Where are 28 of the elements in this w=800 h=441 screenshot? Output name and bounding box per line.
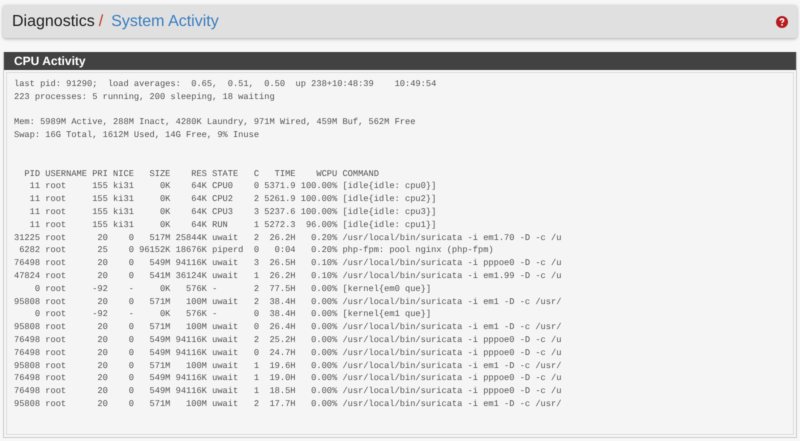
panel-title: CPU Activity [4,52,796,70]
output-line: last pid: 91290; load averages: 0.65, 0.51, 0.50 up 238+10:48:39 10:49:54 [14,78,438,91]
output-line: Mem: 5989M Active, 288M Inact, 4280K Laundry, 971M Wired, 459M Buf, 562M Free [14,116,416,130]
table-header: PID USERNAME PRI NICE SIZE RES STATE C TIME WCPU COMMAND [23,168,380,180]
help-icon[interactable] [776,16,788,28]
process-row-text: 0 root -92 - 0K 576K - 0 38.4H 0.00% [kernel{em1 que}] [34,308,432,322]
process-row-text: 95808 root 20 0 571M 100M uwait 2 38.4H 0.00% /usr/local/bin/suricata -i em1 -D -c /usr/ [14,296,562,308]
output-line: 223 processes: 5 running, 200 sleeping, 18 waiting [14,90,276,104]
process-row-text: 11 root 155 ki31 0K 64K RUN 1 5272.3 96.00% [idle{idle: cpu1}] [28,218,438,232]
process-row-text: 11 root 155 ki31 0K 64K CPU0 0 5371.9 100.00% [idle{idle: cpu0}] [28,180,438,194]
process-row-text: 76498 root 20 0 549M 94116K uwait 1 18.5H 0.00% /usr/local/bin/suricata -i pppoe0 -D -c /u [14,385,562,398]
process-row-text: 95808 root 20 0 571M 100M uwait 0 26.4H 0.00% /usr/local/bin/suricata -i em1 -D -c /usr/ [14,321,562,334]
process-row-text: 76498 root 20 0 549M 94116K uwait 3 26.5H 0.10% /usr/local/bin/suricata -i pppoe0 -D -c /u [14,257,562,270]
process-row-text: 0 root -92 - 0K 576K - 2 77.5H 0.00% [kernel{em0 que}] [34,282,432,296]
breadcrumb-section: Diagnostics [12,12,95,30]
process-row-text: 76498 root 20 0 549M 94116K uwait 2 25.2H 0.00% /usr/local/bin/suricata -i pppoe0 -D -c /u [14,334,562,347]
process-row-text: 95808 root 20 0 571M 100M uwait 1 19.6H 0.00% /usr/local/bin/suricata -i em1 -D -c /usr/ [14,360,562,372]
breadcrumb-separator: / [98,12,104,30]
process-row-text: 6282 root 25 0 96152K 18676K piperd 0 0:04 0.20% php-fpm: pool nginx (php-fpm) [18,244,495,258]
process-row-text: 47824 root 20 0 541M 36124K uwait 1 26.2H 0.10% /usr/local/bin/suricata -i em1.99 -D -c /u [14,270,562,283]
process-row-text: 95808 root 20 0 571M 100M uwait 2 17.7H 0.00% /usr/local/bin/suricata -i em1 -D -c /usr/ [14,398,562,411]
process-row-text: 76498 root 20 0 549M 94116K uwait 0 24.7H 0.00% /usr/local/bin/suricata -i pppoe0 -D -c /u [14,346,562,360]
process-row-text: 11 root 155 ki31 0K 64K CPU3 3 5237.6 100.00% [idle{idle: cpu3}] [28,206,438,219]
output-line: Swap: 16G Total, 1612M Used, 14G Free, 9% Inuse [14,129,260,142]
process-row-text: 76498 root 20 0 549M 94116K uwait 1 19.0H 0.00% /usr/local/bin/suricata -i pppoe0 -D -c /u [14,372,562,386]
page-title: System Activity [111,12,220,30]
process-row-text: 31225 root 20 0 517M 25844K uwait 2 26.2H 0.20% /usr/local/bin/suricata -i em1.70 -D -c /u [14,232,562,244]
process-row-text: 11 root 155 ki31 0K 64K CPU2 2 5261.9 100.00% [idle{idle: cpu2}] [28,193,438,206]
